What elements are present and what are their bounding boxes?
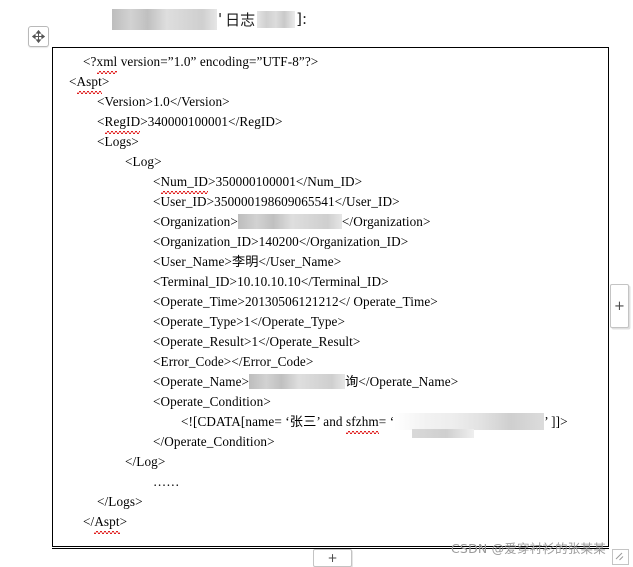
redacted-block-header-left	[112, 8, 217, 30]
code-line: <Organization> </Organization>	[153, 214, 431, 230]
code-line: </Log>	[125, 454, 166, 469]
code-line: <Operate_Name> 询</Operate_Name>	[153, 374, 459, 390]
header-title-row: ' 日志 ]:	[112, 8, 308, 30]
redacted-block	[237, 214, 342, 230]
code-line: <Operate_Result>1</Operate_Result>	[153, 334, 361, 349]
resize-corner-icon-svg	[615, 552, 624, 561]
code-line: <Log>	[125, 154, 162, 169]
redacted-block-header-right	[257, 10, 296, 28]
code-line: ……	[153, 474, 180, 489]
move-cross-icon-svg	[32, 30, 45, 43]
code-line: <Error_Code></Error_Code>	[153, 354, 314, 369]
spellcheck-underline: Num_ID	[160, 172, 209, 194]
csdn-watermark: CSDN @爱穿衬衫的张某某	[451, 541, 606, 556]
redacted-block	[249, 374, 346, 390]
xml-code-content: <?xml version=”1.0” encoding=”UTF-8”?> <A…	[53, 52, 608, 534]
code-line: <User_Name>李明</User_Name>	[153, 254, 342, 269]
code-line: <Version>1.0</Version>	[97, 94, 230, 109]
code-line: <Logs>	[97, 134, 139, 149]
code-line: <Operate_Condition>	[153, 394, 271, 409]
move-cross-icon[interactable]	[28, 26, 49, 47]
code-line: <![CDATA[name= ‘张三’ and sfzhm= ‘’ ]]>	[53, 412, 608, 439]
code-line: <Organization_ID>140200</Organization_ID…	[153, 234, 409, 249]
spellcheck-underline: RegID	[104, 112, 141, 134]
xml-code-block[interactable]: <?xml version=”1.0” encoding=”UTF-8”?> <A…	[52, 47, 609, 547]
add-column-button[interactable]: +	[610, 284, 629, 328]
plus-icon: +	[614, 298, 625, 314]
code-line: <?xml version=”1.0” encoding=”UTF-8”?>	[53, 52, 608, 74]
code-line: <Operate_Type>1</Operate_Type>	[153, 314, 346, 329]
redacted-block	[394, 413, 545, 439]
header-trailing-text: ]:	[296, 10, 308, 28]
add-row-button[interactable]: +	[313, 549, 352, 567]
spellcheck-underline: Aspt	[76, 72, 103, 94]
code-line: <User_ID>350000198609065541</User_ID>	[153, 194, 400, 209]
code-line: </Operate_Condition>	[153, 434, 275, 449]
code-line: </Logs>	[97, 494, 143, 509]
code-line: <Num_ID>350000100001</Num_ID>	[53, 172, 608, 194]
spellcheck-underline: xml	[96, 52, 118, 74]
code-line: </Aspt>	[53, 512, 608, 534]
spellcheck-underline: sfzhm	[346, 412, 379, 434]
code-line: <Terminal_ID>10.10.10.10</Terminal_ID>	[153, 274, 389, 289]
code-line: <Operate_Time>20130506121212</ Operate_T…	[153, 294, 438, 309]
spellcheck-underline: Aspt	[94, 512, 120, 534]
plus-icon: +	[327, 551, 338, 565]
code-line: <RegID>340000100001</RegID>	[53, 112, 608, 134]
document-header: ' 日志 ]:	[0, 0, 633, 40]
code-line: <Aspt>	[53, 72, 608, 94]
header-label-log: 日志	[225, 10, 256, 29]
